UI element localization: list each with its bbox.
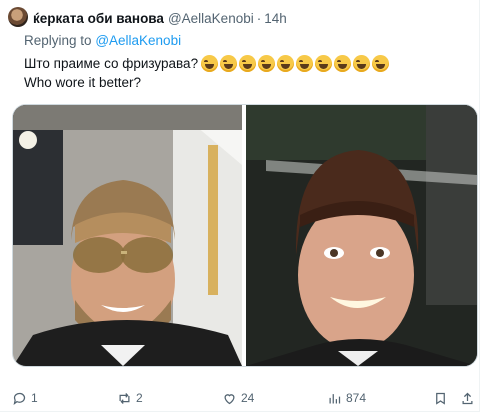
bookmark-icon	[436, 392, 445, 405]
separator-dot: ·	[256, 10, 262, 26]
repost-button[interactable]: 2	[117, 387, 143, 409]
emoji-row	[201, 55, 391, 72]
face-with-tears-of-joy-emoji	[258, 55, 276, 72]
replying-prefix: Replying to	[24, 33, 92, 48]
tweet-text-line-1: Што праиме со фризурава?	[24, 55, 391, 72]
repost-count: 2	[136, 391, 143, 405]
face-with-tears-of-joy-emoji	[315, 55, 333, 72]
photo-left-illustration	[13, 105, 242, 366]
replying-to-link[interactable]: @AellaKenobi	[95, 33, 181, 48]
photo-right[interactable]	[246, 105, 477, 366]
share-button[interactable]	[460, 387, 475, 409]
face-with-tears-of-joy-emoji	[201, 55, 219, 72]
media-grid[interactable]	[12, 104, 478, 367]
share-icon	[462, 392, 473, 404]
replying-to: Replying to @AellaKenobi	[24, 33, 181, 48]
author-handle[interactable]: @AellaKenobi	[168, 11, 254, 26]
reply-count: 1	[31, 391, 38, 405]
face-with-tears-of-joy-emoji	[277, 55, 295, 72]
heart-icon	[224, 393, 235, 404]
timestamp[interactable]: 14h	[264, 11, 287, 26]
face-with-tears-of-joy-emoji	[372, 55, 390, 72]
like-button[interactable]: 24	[222, 387, 254, 409]
tweet-header: ќерката оби ванова @AellaKenobi · 14h	[33, 9, 287, 27]
action-bar: 1 2 24 874	[0, 387, 480, 409]
views-chart-icon	[329, 393, 341, 403]
reply-icon	[13, 392, 26, 405]
like-count: 24	[241, 391, 255, 405]
tweet-text-line-2: Who wore it better?	[24, 75, 142, 90]
views-button[interactable]: 874	[327, 387, 366, 409]
views-count: 874	[346, 391, 367, 405]
repost-icon	[119, 392, 130, 404]
author-name[interactable]: ќерката оби ванова	[33, 11, 164, 26]
face-with-tears-of-joy-emoji	[239, 55, 257, 72]
avatar[interactable]	[8, 7, 28, 27]
photo-right-illustration	[246, 105, 477, 366]
photo-left[interactable]	[13, 105, 242, 366]
tweet-question: Што праиме со фризурава?	[24, 56, 199, 71]
bookmark-button[interactable]	[433, 387, 448, 409]
face-with-tears-of-joy-emoji	[220, 55, 238, 72]
face-with-tears-of-joy-emoji	[353, 55, 371, 72]
reply-button[interactable]: 1	[12, 387, 38, 409]
face-with-tears-of-joy-emoji	[334, 55, 352, 72]
face-with-tears-of-joy-emoji	[296, 55, 314, 72]
